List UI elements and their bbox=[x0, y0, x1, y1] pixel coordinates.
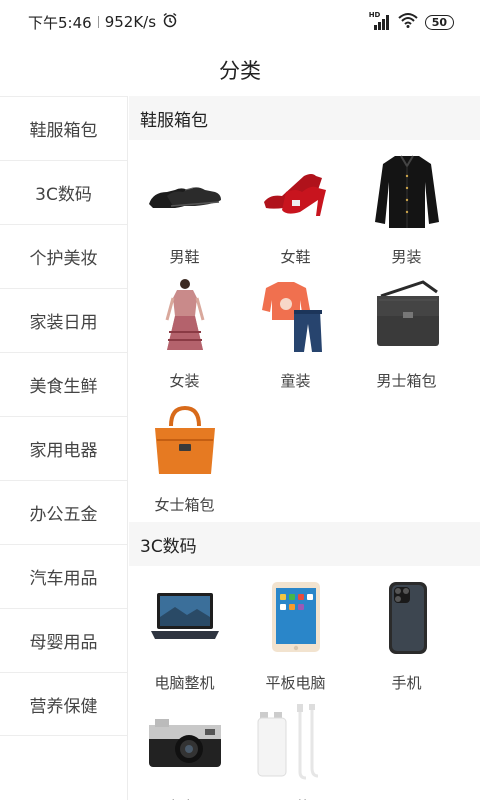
signal-icon: HD bbox=[369, 11, 391, 30]
category-item-accessories[interactable]: 配件 bbox=[240, 694, 351, 800]
sidebar-item-food-fresh[interactable]: 美食生鲜 bbox=[0, 352, 127, 416]
category-item-label: 男士箱包 bbox=[376, 372, 437, 390]
status-right: HD 50 bbox=[369, 11, 454, 32]
womens-shoes-icon bbox=[256, 152, 336, 232]
sidebar-item-personal-care[interactable]: 个护美妆 bbox=[0, 224, 127, 288]
sidebar-item-label: 汽车用品 bbox=[29, 569, 98, 589]
wifi-icon bbox=[398, 12, 418, 32]
sidebar-item-label: 个护美妆 bbox=[29, 249, 98, 269]
mens-clothing-icon bbox=[367, 152, 447, 232]
category-item-laptop[interactable]: 电脑整机 bbox=[129, 570, 240, 694]
sidebar-item-appliances[interactable]: 家用电器 bbox=[0, 416, 127, 480]
status-separator bbox=[97, 16, 99, 28]
category-item-label: 童装 bbox=[280, 372, 311, 390]
mens-bag-icon bbox=[367, 276, 447, 356]
category-item-label: 平板电脑 bbox=[265, 674, 326, 692]
category-item-label: 男装 bbox=[391, 248, 422, 266]
section-title: 3C数码 bbox=[140, 536, 197, 557]
category-item-label: 电脑整机 bbox=[154, 674, 215, 692]
section-header: 鞋服箱包 bbox=[129, 96, 480, 140]
sidebar-item-shoes-bags[interactable]: 鞋服箱包 bbox=[0, 96, 127, 160]
sidebar-item-label: 美食生鲜 bbox=[29, 377, 98, 397]
sidebar-item-label: 鞋服箱包 bbox=[29, 121, 98, 141]
section-title: 鞋服箱包 bbox=[140, 110, 208, 131]
page-title-text: 分类 bbox=[219, 59, 261, 83]
category-item-label: 男鞋 bbox=[169, 248, 200, 266]
category-item-mens-bag[interactable]: 男士箱包 bbox=[351, 268, 462, 392]
category-item-tablet[interactable]: 平板电脑 bbox=[240, 570, 351, 694]
category-item-label: 相机 bbox=[169, 796, 199, 800]
category-item-camera[interactable]: 相机 bbox=[129, 694, 240, 800]
sidebar-item-home-daily[interactable]: 家装日用 bbox=[0, 288, 127, 352]
category-item-label: 女装 bbox=[169, 372, 200, 390]
battery-indicator: 50 bbox=[424, 14, 454, 30]
category-sidebar: 鞋服箱包 3C数码 个护美妆 家装日用 美食生鲜 家用电器 办公五金 汽车用品 … bbox=[0, 96, 128, 800]
category-grid: 男鞋 女鞋 男装 女装 童装 男士箱包 女士箱包 bbox=[129, 140, 480, 522]
sidebar-item-label: 母婴用品 bbox=[29, 633, 98, 653]
sidebar-item-health[interactable]: 营养保健 bbox=[0, 672, 127, 736]
category-item-label: 女鞋 bbox=[280, 248, 311, 266]
network-speed: 952K/s bbox=[104, 13, 157, 31]
sidebar-item-label: 营养保健 bbox=[29, 696, 98, 717]
charger-icon bbox=[256, 702, 336, 782]
category-item-label: 配件 bbox=[280, 796, 310, 800]
category-content: 鞋服箱包 男鞋 女鞋 男装 女装 童装 男士箱包 女士箱包 3C数码 电脑整机 … bbox=[129, 96, 480, 800]
phone-icon bbox=[367, 578, 447, 658]
sidebar-item-baby[interactable]: 母婴用品 bbox=[0, 608, 127, 672]
status-time: 下午5:46 bbox=[28, 13, 92, 32]
camera-icon bbox=[145, 702, 225, 782]
womens-clothing-icon bbox=[145, 276, 225, 356]
sidebar-item-label: 家装日用 bbox=[29, 313, 98, 333]
sidebar-item-label: 家用电器 bbox=[29, 441, 98, 461]
category-item-womens-clothing[interactable]: 女装 bbox=[129, 268, 240, 392]
kids-clothing-icon bbox=[256, 276, 336, 356]
sidebar-item-auto[interactable]: 汽车用品 bbox=[0, 544, 127, 608]
laptop-icon bbox=[145, 578, 225, 658]
category-item-label: 手机 bbox=[391, 674, 422, 692]
tablet-icon bbox=[256, 578, 336, 658]
category-item-womens-bag[interactable]: 女士箱包 bbox=[129, 392, 240, 516]
section-header: 3C数码 bbox=[129, 522, 480, 566]
status-left: 下午5:46 952K/s bbox=[28, 12, 178, 33]
mens-shoes-icon bbox=[145, 152, 225, 232]
status-bar: 下午5:46 952K/s HD 50 bbox=[0, 0, 480, 44]
sidebar-item-label: 办公五金 bbox=[29, 505, 98, 525]
category-item-kids-clothing[interactable]: 童装 bbox=[240, 268, 351, 392]
page-title: 分类 bbox=[0, 44, 480, 96]
sidebar-item-label: 3C数码 bbox=[35, 185, 92, 205]
category-item-mens-shoes[interactable]: 男鞋 bbox=[129, 144, 240, 268]
category-item-mens-clothing[interactable]: 男装 bbox=[351, 144, 462, 268]
womens-bag-icon bbox=[145, 400, 225, 480]
sidebar-item-office-hardware[interactable]: 办公五金 bbox=[0, 480, 127, 544]
category-item-womens-shoes[interactable]: 女鞋 bbox=[240, 144, 351, 268]
category-grid: 电脑整机 平板电脑 手机 相机 配件 bbox=[129, 566, 480, 800]
category-item-label: 女士箱包 bbox=[154, 496, 215, 514]
alarm-icon bbox=[162, 12, 178, 32]
sidebar-item-3c-digital[interactable]: 3C数码 bbox=[0, 160, 127, 224]
category-item-phone[interactable]: 手机 bbox=[351, 570, 462, 694]
